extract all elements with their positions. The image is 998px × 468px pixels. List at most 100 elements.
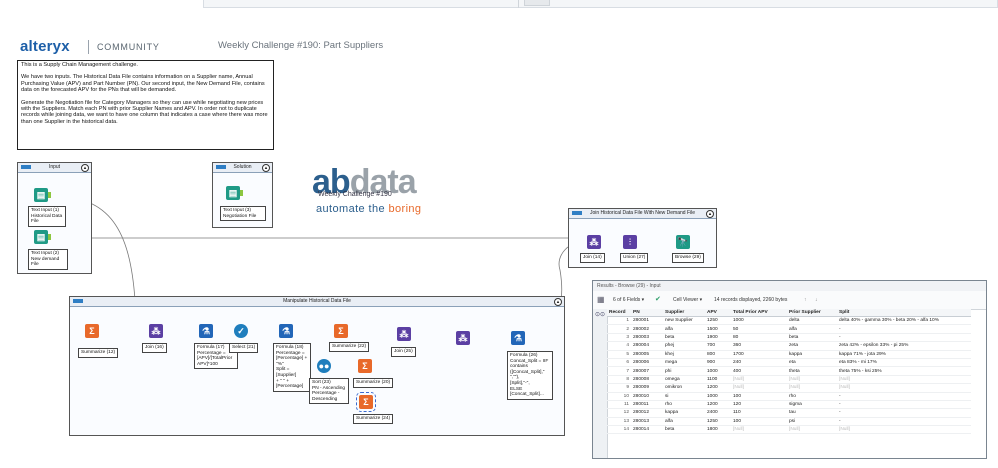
- table-cell[interactable]: 10: [607, 392, 631, 401]
- table-cell[interactable]: [Null]: [731, 383, 787, 393]
- output-anchor[interactable]: [240, 190, 243, 196]
- collapse-icon[interactable]: ▴: [262, 164, 270, 172]
- table-cell[interactable]: theta 75% - ksi 25%: [837, 366, 971, 376]
- join-container-header[interactable]: Join Historical Data File With New Deman…: [569, 209, 716, 219]
- text-input-1-tool[interactable]: ▤: [34, 188, 48, 202]
- results-window[interactable]: Results - Browse (29) - Input ▦ 6 of 6 F…: [592, 280, 987, 459]
- table-row[interactable]: 2 280002 alfa 1500 50 alfa -: [607, 324, 971, 334]
- table-cell[interactable]: 1900: [705, 333, 731, 343]
- results-grid-icon[interactable]: ▦: [597, 291, 605, 309]
- table-cell[interactable]: new Supplier: [663, 316, 705, 326]
- table-cell[interactable]: 5: [607, 350, 631, 359]
- table-row[interactable]: 10 280010 si 1000 100 rho -: [607, 392, 971, 401]
- table-cell[interactable]: 9: [607, 383, 631, 393]
- table-cell[interactable]: rho: [787, 392, 837, 401]
- table-cell[interactable]: 100: [731, 392, 787, 401]
- table-cell[interactable]: 280014: [631, 425, 663, 435]
- table-cell[interactable]: [Null]: [731, 375, 787, 385]
- table-cell[interactable]: 1200: [705, 400, 731, 410]
- table-cell[interactable]: beta: [663, 425, 705, 435]
- table-cell[interactable]: 120: [731, 400, 787, 410]
- table-cell[interactable]: 7: [607, 366, 631, 376]
- browse-29-tool[interactable]: 🔭: [676, 235, 690, 249]
- table-cell[interactable]: 280007: [631, 366, 663, 376]
- table-cell[interactable]: 900: [705, 358, 731, 368]
- cell-viewer-dropdown[interactable]: Cell Viewer ▾: [673, 291, 702, 309]
- table-cell[interactable]: eta: [787, 358, 837, 368]
- results-table[interactable]: Record PN Supplier APV Total Prior APV P…: [607, 309, 971, 435]
- table-cell[interactable]: 1700: [731, 350, 787, 359]
- table-cell[interactable]: 280011: [631, 400, 663, 410]
- table-cell[interactable]: phej: [663, 341, 705, 351]
- table-cell[interactable]: -: [837, 324, 971, 334]
- table-cell[interactable]: 1000: [705, 392, 731, 401]
- table-cell[interactable]: mega: [663, 358, 705, 368]
- manipulate-container-header[interactable]: Manipulate Historical Data File ▴: [70, 297, 564, 307]
- formula-18-tool[interactable]: ⚗: [279, 324, 293, 338]
- table-cell[interactable]: kappa: [663, 408, 705, 418]
- table-cell[interactable]: 280003: [631, 333, 663, 343]
- table-row[interactable]: 11 280011 rho 1200 120 sigma -: [607, 400, 971, 410]
- column-header-pn[interactable]: PN: [631, 309, 663, 317]
- table-cell[interactable]: theta: [787, 366, 837, 376]
- table-row[interactable]: 14 280014 beta 1800 [Null] [Null] [Null]: [607, 425, 971, 435]
- sort-up-icon[interactable]: ↑: [804, 291, 807, 309]
- table-cell[interactable]: 8: [607, 375, 631, 385]
- text-input-3-tool[interactable]: ▤: [226, 186, 240, 200]
- summarize-12-tool[interactable]: Σ: [85, 324, 99, 338]
- collapse-icon[interactable]: ▴: [706, 210, 714, 218]
- table-cell[interactable]: si: [663, 392, 705, 401]
- table-cell[interactable]: 2400: [705, 408, 731, 418]
- table-cell[interactable]: 280004: [631, 341, 663, 351]
- table-cell[interactable]: 1250: [705, 417, 731, 427]
- table-cell[interactable]: [Null]: [837, 425, 971, 435]
- sort-down-icon[interactable]: ↓: [815, 291, 818, 309]
- table-cell[interactable]: 800: [705, 350, 731, 359]
- table-cell[interactable]: 14: [607, 425, 631, 435]
- table-cell[interactable]: delta 40% - gamma 30% - beta 20% - alfa …: [837, 316, 971, 326]
- table-cell[interactable]: 280005: [631, 350, 663, 359]
- table-cell[interactable]: psi: [787, 417, 837, 427]
- column-header-record[interactable]: Record: [607, 309, 631, 317]
- table-cell[interactable]: 1250: [705, 316, 731, 326]
- table-row[interactable]: 1 280001 new Supplier 1250 1000 delta delta 40…: [607, 316, 971, 326]
- join-16-tool[interactable]: ⁂: [149, 324, 163, 338]
- table-cell[interactable]: kappa: [787, 350, 837, 359]
- table-cell[interactable]: [Null]: [731, 425, 787, 435]
- table-cell[interactable]: 280006: [631, 358, 663, 368]
- table-row[interactable]: 6 280006 mega 900 240 eta eta 83% - mi 17%: [607, 358, 971, 368]
- table-cell[interactable]: 1000: [731, 316, 787, 326]
- formula-26-tool[interactable]: ⚗: [511, 331, 525, 345]
- collapse-icon[interactable]: ▴: [554, 298, 562, 306]
- table-cell[interactable]: 4: [607, 341, 631, 351]
- table-cell[interactable]: 110: [731, 408, 787, 418]
- table-cell[interactable]: alfa: [663, 417, 705, 427]
- table-cell[interactable]: 280012: [631, 408, 663, 418]
- table-cell[interactable]: -: [837, 400, 971, 410]
- fields-dropdown[interactable]: 6 of 6 Fields ▾: [613, 291, 644, 309]
- column-header-prior-supplier[interactable]: Prior Supplier: [787, 309, 837, 317]
- table-cell[interactable]: 280010: [631, 392, 663, 401]
- table-cell[interactable]: 240: [731, 358, 787, 368]
- table-cell[interactable]: 360: [731, 341, 787, 351]
- column-header-apv[interactable]: APV: [705, 309, 731, 317]
- table-cell[interactable]: 280001: [631, 316, 663, 326]
- table-cell[interactable]: tau: [787, 408, 837, 418]
- table-cell[interactable]: [Null]: [787, 425, 837, 435]
- table-cell[interactable]: 12: [607, 408, 631, 418]
- output-anchor[interactable]: [48, 234, 51, 240]
- table-cell[interactable]: 1200: [705, 383, 731, 393]
- table-cell[interactable]: -: [837, 408, 971, 418]
- table-row[interactable]: 4 280004 phej 700 360 zeta zeta 42% - epsilon …: [607, 341, 971, 351]
- table-cell[interactable]: eta 83% - mi 17%: [837, 358, 971, 368]
- table-cell[interactable]: [Null]: [787, 375, 837, 385]
- table-cell[interactable]: 1000: [705, 366, 731, 376]
- table-row[interactable]: 5 280005 khej 800 1700 kappa kappa 71% - jota …: [607, 350, 971, 359]
- table-cell[interactable]: alfa: [787, 324, 837, 334]
- table-cell[interactable]: 1800: [705, 425, 731, 435]
- table-cell[interactable]: 80: [731, 333, 787, 343]
- table-cell[interactable]: phi: [663, 366, 705, 376]
- table-cell[interactable]: -: [837, 392, 971, 401]
- column-header-supplier[interactable]: Supplier: [663, 309, 705, 317]
- table-cell[interactable]: 2: [607, 324, 631, 334]
